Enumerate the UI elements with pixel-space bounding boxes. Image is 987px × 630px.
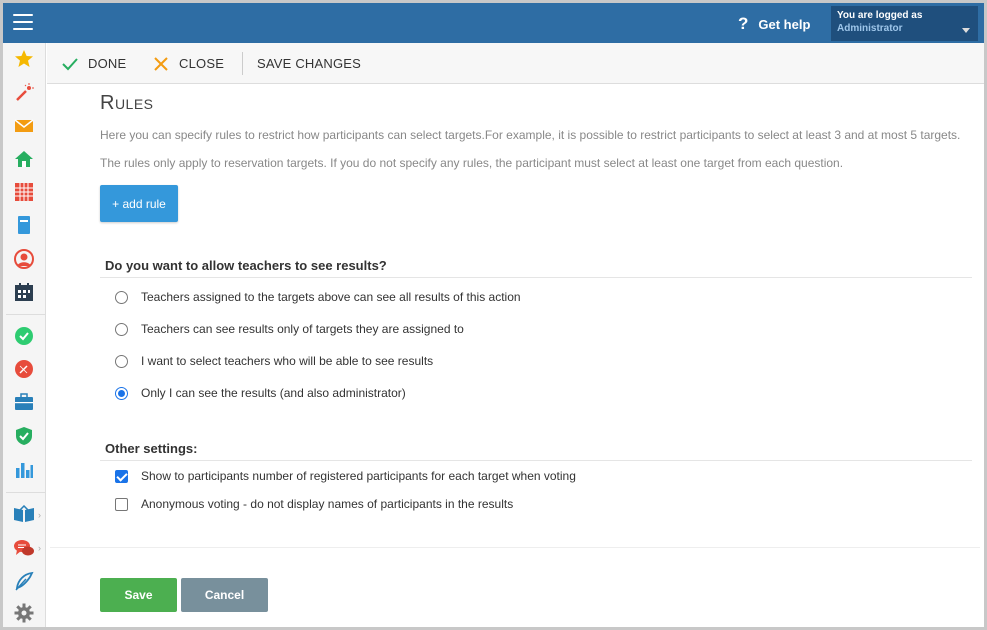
- sidebar-item-settings[interactable]: [11, 600, 37, 626]
- save-changes-label: SAVE CHANGES: [257, 56, 362, 71]
- home-icon: [15, 151, 33, 167]
- cancel-button[interactable]: Cancel: [181, 578, 268, 612]
- checkbox-checked[interactable]: [115, 469, 128, 483]
- divider: [100, 277, 972, 278]
- checkbox-label: Show to participants number of registere…: [141, 469, 576, 483]
- radio-label: Teachers can see results only of targets…: [141, 322, 464, 336]
- add-rule-button[interactable]: + add rule: [100, 185, 178, 222]
- close-label: CLOSE: [179, 56, 225, 71]
- check-circle-icon: [15, 327, 33, 345]
- close-button[interactable]: CLOSE: [153, 43, 224, 84]
- rules-note: The rules only apply to reservation targ…: [100, 156, 844, 170]
- chevron-right-icon: ›: [38, 543, 41, 553]
- divider: [50, 547, 980, 548]
- username-label: Administrator: [837, 23, 903, 34]
- question-mark-icon: ?: [738, 14, 749, 33]
- top-header: ? Get help You are logged as Administrat…: [0, 0, 987, 43]
- sidebar-item-home[interactable]: [11, 146, 37, 172]
- envelope-icon: [14, 119, 34, 132]
- sidebar-item-approvals[interactable]: [11, 323, 37, 349]
- pen-circle-icon: [15, 360, 33, 378]
- save-button[interactable]: Save: [100, 578, 177, 612]
- rules-description: Here you can specify rules to restrict h…: [100, 128, 961, 142]
- sidebar-item-notes[interactable]: [11, 568, 37, 594]
- chevron-right-icon: ›: [38, 510, 41, 520]
- radio-label: I want to select teachers who will be ab…: [141, 354, 434, 368]
- results-option-all-targets[interactable]: Teachers assigned to the targets above c…: [115, 290, 521, 304]
- checkbox[interactable]: [115, 497, 128, 511]
- sidebar-item-calendar[interactable]: [11, 279, 37, 305]
- calendar-icon: [15, 283, 33, 301]
- sidebar-item-schedule[interactable]: [11, 179, 37, 205]
- results-option-only-me[interactable]: Only I can see the results (and also adm…: [115, 386, 406, 400]
- hamburger-menu-icon[interactable]: [13, 14, 33, 30]
- results-option-assigned-targets[interactable]: Teachers can see results only of targets…: [115, 322, 464, 336]
- sidebar-item-messages[interactable]: [11, 113, 37, 139]
- get-help-label: Get help: [758, 16, 811, 32]
- done-button[interactable]: DONE: [61, 43, 126, 84]
- feather-icon: [15, 571, 34, 591]
- sidebar: › ›: [3, 43, 46, 630]
- get-help-link[interactable]: ? Get help: [738, 13, 810, 35]
- radio-button[interactable]: [115, 354, 128, 368]
- gear-icon: [14, 603, 34, 623]
- shield-check-icon: [16, 427, 32, 445]
- toolbar-divider: [242, 52, 243, 75]
- star-icon: [15, 50, 33, 67]
- user-circle-icon: [14, 249, 34, 269]
- sidebar-item-classbook[interactable]: [11, 212, 37, 238]
- results-option-select-teachers[interactable]: I want to select teachers who will be ab…: [115, 354, 433, 368]
- sidebar-item-wizard[interactable]: [11, 80, 37, 106]
- sidebar-item-library[interactable]: [11, 501, 37, 527]
- checkmark-icon: [62, 57, 78, 70]
- sidebar-item-favorites[interactable]: [11, 46, 37, 72]
- open-book-icon: [14, 505, 34, 522]
- sidebar-item-discussion[interactable]: [11, 535, 37, 561]
- briefcase-icon: [15, 393, 33, 410]
- radio-button[interactable]: [115, 322, 128, 336]
- chat-bubbles-icon: [14, 540, 34, 556]
- other-settings-heading: Other settings:: [105, 441, 198, 456]
- sidebar-item-office[interactable]: [11, 389, 37, 415]
- sidebar-item-users[interactable]: [11, 246, 37, 272]
- save-changes-button[interactable]: SAVE CHANGES: [257, 43, 361, 84]
- checkbox-label: Anonymous voting - do not display names …: [141, 497, 514, 511]
- calendar-grid-icon: [15, 183, 33, 201]
- sidebar-item-tests[interactable]: [11, 356, 37, 382]
- radio-button[interactable]: [115, 290, 128, 304]
- magic-wand-icon: [16, 83, 34, 101]
- user-account-dropdown[interactable]: You are logged as Administrator: [831, 6, 978, 41]
- radio-label: Teachers assigned to the targets above c…: [141, 290, 521, 304]
- action-toolbar: DONE CLOSE SAVE CHANGES: [47, 43, 984, 84]
- bar-chart-icon: [16, 463, 33, 478]
- divider: [100, 460, 972, 461]
- show-registered-count-option[interactable]: Show to participants number of registere…: [115, 469, 576, 483]
- radio-label: Only I can see the results (and also adm…: [141, 386, 406, 400]
- logged-as-label: You are logged as: [837, 10, 923, 21]
- sidebar-item-statistics[interactable]: [11, 456, 37, 482]
- done-label: DONE: [88, 56, 127, 71]
- book-icon: [18, 216, 30, 234]
- results-visibility-heading: Do you want to allow teachers to see res…: [105, 258, 387, 273]
- sidebar-item-security[interactable]: [11, 423, 37, 449]
- page-title: Rules: [100, 92, 154, 114]
- close-icon: [154, 56, 168, 71]
- anonymous-voting-option[interactable]: Anonymous voting - do not display names …: [115, 497, 513, 511]
- radio-button-selected[interactable]: [115, 386, 128, 400]
- chevron-down-icon: [962, 28, 970, 33]
